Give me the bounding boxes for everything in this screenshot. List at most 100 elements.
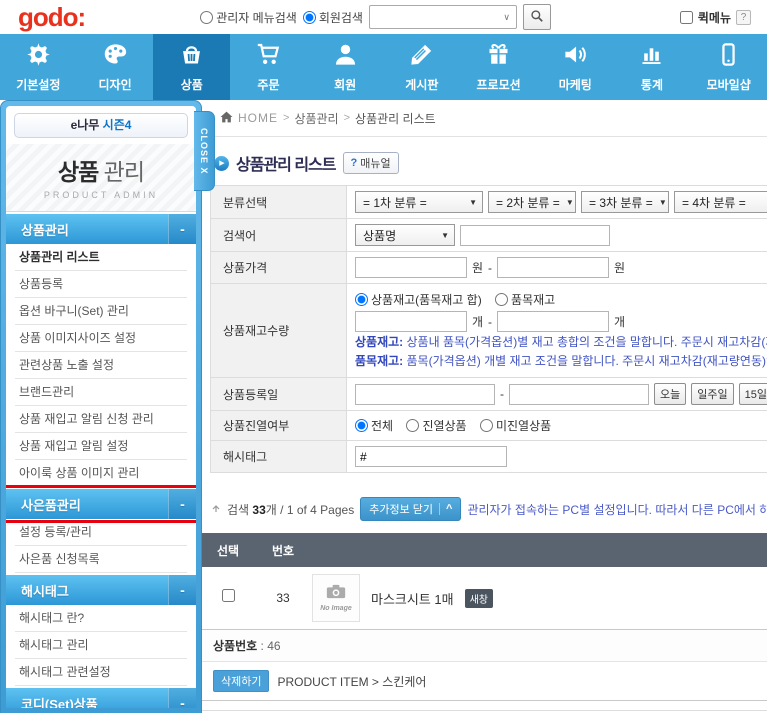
sidebar-item-gift-settings[interactable]: 설정 등록/관리: [15, 519, 187, 546]
keyword-type-select[interactable]: 상품명: [355, 224, 455, 246]
nav-label: 프로모션: [476, 76, 520, 93]
chevron-down-icon: [503, 12, 510, 23]
quick-menu-help-icon[interactable]: ?: [736, 10, 751, 25]
sidebar-item-hashtag-manage[interactable]: 해시태그 관리: [15, 632, 187, 659]
display-hidden-option[interactable]: 미진열상품: [480, 417, 551, 434]
display-all-option[interactable]: 전체: [355, 417, 393, 434]
nav-item-member[interactable]: 회원: [307, 34, 384, 100]
price-min-input[interactable]: [355, 257, 467, 278]
member-search-radio[interactable]: [303, 11, 316, 24]
sidebar-item-brand[interactable]: 브랜드관리: [15, 379, 187, 406]
nav-item-product[interactable]: 상품: [153, 34, 230, 100]
category3-select[interactable]: = 3차 분류 =: [581, 191, 669, 213]
sidebar-item-hashtag-settings[interactable]: 해시태그 관련설정: [15, 659, 187, 686]
collapse-minus-icon[interactable]: -: [168, 688, 196, 708]
collapse-minus-icon[interactable]: -: [168, 575, 196, 605]
sidebar-item-gift-requests[interactable]: 사은품 신청목록: [15, 546, 187, 573]
member-search-combobox[interactable]: [369, 5, 517, 29]
stock-product-radio[interactable]: [355, 293, 368, 306]
sidebar-item-product-register[interactable]: 상품등록: [15, 271, 187, 298]
nav-item-order[interactable]: 주문: [230, 34, 307, 100]
manual-button[interactable]: ? 매뉴얼: [343, 152, 399, 174]
no-image-thumbnail: No Image: [312, 574, 360, 622]
sidebar-item-ilook-images[interactable]: 아이룩 상품 이미지 관리: [15, 460, 187, 487]
new-window-badge[interactable]: 새창: [465, 589, 493, 608]
pc-settings-notice: 관리자가 접속하는 PC별 설정입니다. 따라서 다른 PC에서 하시면 설정 …: [467, 501, 767, 518]
stock-item-radio[interactable]: [495, 293, 508, 306]
main-content: HOME > 상품관리 > 상품관리 리스트 상품관리 리스트 ? 매뉴얼 분류…: [202, 100, 767, 713]
display-shown-option[interactable]: 진열상품: [406, 417, 466, 434]
nav-item-statistics[interactable]: 통계: [614, 34, 691, 100]
date-week-button[interactable]: 일주일: [691, 383, 733, 405]
sidebar-section-gift-items: 설정 등록/관리 사은품 신청목록: [6, 519, 196, 573]
no-image-label: No Image: [320, 605, 352, 612]
row-select-checkbox[interactable]: [222, 589, 235, 602]
filter-row-keyword: 검색어 상품명: [211, 219, 767, 252]
nav-item-basic-settings[interactable]: 기본설정: [0, 34, 77, 100]
nav-item-promotion[interactable]: 프로모션: [460, 34, 537, 100]
product-name-link[interactable]: 마스크시트 1매: [371, 589, 454, 608]
sidebar-item-restock-request[interactable]: 상품 재입고 알림 신청 관리: [15, 406, 187, 433]
results-count: 33: [252, 503, 265, 517]
display-hidden-radio[interactable]: [480, 419, 493, 432]
category4-select[interactable]: = 4차 분류 =: [674, 191, 767, 213]
date-today-button[interactable]: 오늘: [654, 383, 686, 405]
price-max-input[interactable]: [497, 257, 609, 278]
nav-item-marketing[interactable]: 마케팅: [537, 34, 614, 100]
collapse-minus-icon[interactable]: -: [168, 489, 196, 519]
camera-icon: [326, 584, 346, 604]
stock-min-input[interactable]: [355, 311, 467, 332]
search-button[interactable]: [523, 4, 551, 30]
member-search-label: 회원검색: [319, 9, 363, 26]
collapse-minus-icon[interactable]: -: [168, 214, 196, 244]
stock-type-product-option[interactable]: 상품재고(품목재고 합): [355, 291, 482, 308]
reg-date-start-input[interactable]: [355, 384, 495, 405]
nav-item-board[interactable]: 게시판: [384, 34, 461, 100]
menu-search-label: 관리자 메뉴검색: [216, 9, 297, 26]
display-all-radio[interactable]: [355, 419, 368, 432]
nav-item-design[interactable]: 디자인: [77, 34, 154, 100]
sidebar-item-option-set[interactable]: 옵션 바구니(Set) 관리: [15, 298, 187, 325]
sidebar-section-gift-highlighted[interactable]: 사은품관리 -: [6, 489, 196, 519]
title-arrow-icon: [214, 156, 229, 171]
skin-name: e나무: [71, 118, 100, 132]
category1-select[interactable]: = 1차 분류 =: [355, 191, 483, 213]
sidebar-item-restock-settings[interactable]: 상품 재입고 알림 설정: [15, 433, 187, 460]
quick-menu-checkbox[interactable]: [680, 11, 693, 24]
mobile-phone-icon: [715, 41, 742, 73]
sidebar-close-tab[interactable]: CLOSE X: [194, 111, 215, 191]
stock-max-input[interactable]: [497, 311, 609, 332]
delete-button[interactable]: 삭제하기: [213, 670, 269, 692]
extra-info-toggle-button[interactable]: 추가정보 닫기 ^: [360, 497, 461, 521]
sidebar-section-hashtag[interactable]: 해시태그 -: [6, 575, 196, 605]
breadcrumb-level1[interactable]: 상품관리: [294, 110, 338, 127]
menu-search-radio[interactable]: [200, 11, 213, 24]
nav-item-mobile-shop[interactable]: 모바일샵: [690, 34, 767, 100]
godo-logo[interactable]: godo:: [18, 2, 85, 32]
stock-type-item-option[interactable]: 품목재고: [495, 291, 555, 308]
category2-select[interactable]: = 2차 분류 =: [488, 191, 576, 213]
product-number-value: 46: [267, 639, 280, 653]
breadcrumb-home[interactable]: HOME: [238, 111, 278, 125]
filter-row-stock: 상품재고수량 상품재고(품목재고 합) 품목재고 개 - 개 상품재고: 상품내…: [211, 284, 767, 378]
date-15days-button[interactable]: 15일: [739, 383, 767, 405]
sidebar-section-product[interactable]: 상품관리 -: [6, 214, 196, 244]
breadcrumb-separator: >: [344, 112, 350, 124]
sidebar-section-coordi-set[interactable]: 코디(Set)상품 -: [6, 688, 196, 708]
member-search-option[interactable]: 회원검색: [303, 9, 363, 26]
select-arrow-icon: [469, 198, 477, 207]
hashtag-input[interactable]: [355, 446, 507, 467]
bottom-divider: [202, 710, 767, 711]
gift-icon: [485, 41, 512, 73]
display-shown-radio[interactable]: [406, 419, 419, 432]
sidebar-item-product-list[interactable]: 상품관리 리스트: [15, 244, 187, 271]
person-icon: [332, 41, 359, 73]
sidebar-item-hashtag-what[interactable]: 해시태그 란?: [15, 605, 187, 632]
menu-search-option[interactable]: 관리자 메뉴검색: [200, 9, 297, 26]
breadcrumb: HOME > 상품관리 > 상품관리 리스트: [202, 100, 767, 137]
sidebar-item-related-products[interactable]: 관련상품 노출 설정: [15, 352, 187, 379]
reg-date-end-input[interactable]: [509, 384, 649, 405]
nav-label: 마케팅: [559, 76, 592, 93]
sidebar-item-image-size[interactable]: 상품 이미지사이즈 설정: [15, 325, 187, 352]
keyword-input[interactable]: [460, 225, 610, 246]
